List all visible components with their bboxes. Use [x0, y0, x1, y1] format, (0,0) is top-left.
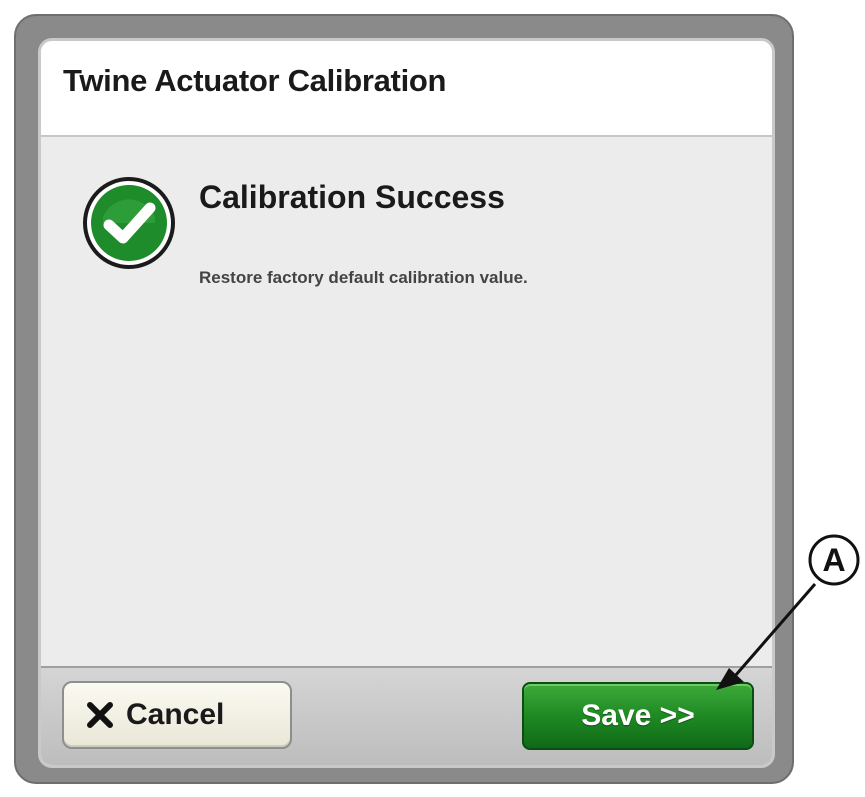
calibration-dialog: Twine Actuator Calibration Calibration S… [38, 38, 775, 768]
dialog-title: Twine Actuator Calibration [63, 63, 447, 98]
dialog-footer: Cancel Save >> [41, 666, 772, 765]
message-detail: Restore factory default calibration valu… [199, 268, 528, 287]
cancel-label: Cancel [126, 698, 225, 731]
title-bar: Twine Actuator Calibration [41, 41, 772, 137]
save-button[interactable]: Save >> [522, 682, 754, 750]
cancel-button[interactable]: Cancel [62, 681, 292, 749]
close-icon [87, 702, 113, 728]
check-circle-icon [83, 177, 175, 269]
callout-label: A [822, 541, 846, 578]
dialog-body: Calibration Success Restore factory defa… [41, 137, 772, 677]
message-heading: Calibration Success [199, 179, 505, 215]
dialog-frame: Twine Actuator Calibration Calibration S… [14, 14, 794, 784]
save-label: Save >> [581, 699, 695, 732]
